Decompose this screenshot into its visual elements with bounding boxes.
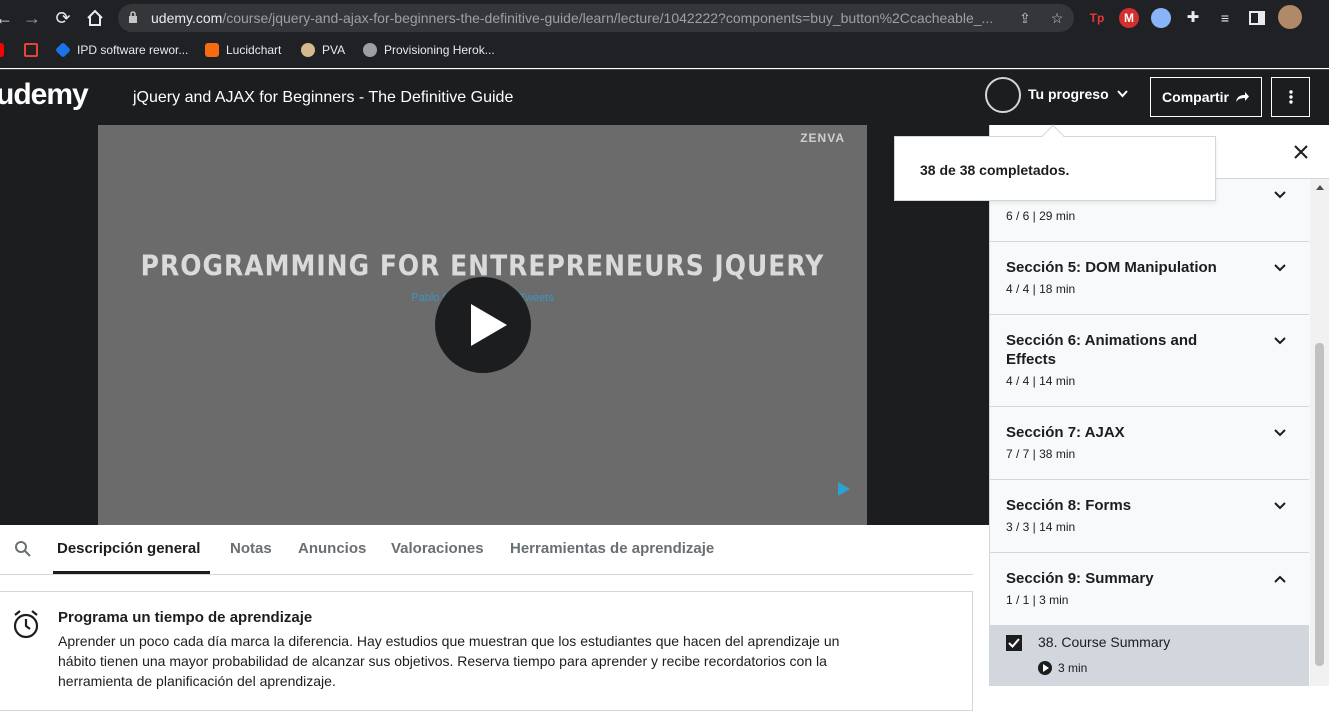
course-title[interactable]: jQuery and AJAX for Beginners - The Defi… xyxy=(133,89,513,107)
section-meta: 7 / 7 | 38 min xyxy=(1006,447,1076,461)
bookmarks-bar: IPD software rewor... Lucidchart PVA Pro… xyxy=(0,37,1329,63)
browser-toolbar: ← → ⟳ udemy.com/course/jquery-and-ajax-f… xyxy=(0,0,1329,36)
extensions-puzzle-icon[interactable]: ✚ xyxy=(1183,8,1203,28)
chevron-down-icon xyxy=(1274,264,1286,272)
section-meta: 4 / 4 | 18 min xyxy=(1006,282,1076,296)
section-title: Sección 9: Summary xyxy=(1006,570,1154,587)
play-button[interactable] xyxy=(435,277,531,373)
progress-label: Tu progreso xyxy=(1028,86,1109,102)
close-icon[interactable] xyxy=(1290,141,1312,163)
chevron-up-icon xyxy=(1274,575,1286,583)
checkmark-icon xyxy=(1008,638,1020,648)
search-icon[interactable] xyxy=(14,540,32,558)
section-9[interactable]: Sección 9: Summary 1 / 1 | 3 min xyxy=(990,553,1309,625)
gmail-bookmark-icon[interactable] xyxy=(24,41,38,59)
profile-avatar[interactable] xyxy=(1278,5,1302,29)
chevron-down-icon xyxy=(1274,429,1286,437)
media-control-icon[interactable]: ≡ xyxy=(1215,8,1235,28)
reminder-title: Programa un tiempo de aprendizaje xyxy=(58,609,313,626)
url-text: udemy.com/course/jquery-and-ajax-for-beg… xyxy=(151,10,994,26)
section-meta: 6 / 6 | 29 min xyxy=(1006,209,1076,223)
bookmark-ipd[interactable]: IPD software rewor... xyxy=(55,41,188,59)
progress-tooltip: 38 de 38 completados. xyxy=(894,136,1216,201)
alarm-clock-icon xyxy=(13,610,39,639)
section-8[interactable]: Sección 8: Forms 3 / 3 | 14 min xyxy=(990,480,1309,553)
bookmark-lucidchart[interactable]: Lucidchart xyxy=(205,41,281,59)
learning-reminder-card: Programa un tiempo de aprendizaje Aprend… xyxy=(0,591,973,711)
bookmark-pva[interactable]: PVA xyxy=(301,41,345,59)
section-title: Sección 7: AJAX xyxy=(1006,424,1125,441)
share-label: Compartir xyxy=(1162,89,1229,105)
more-options-button[interactable] xyxy=(1271,77,1310,117)
progress-tooltip-text: 38 de 38 completados. xyxy=(920,162,1070,178)
section-title: Sección 5: DOM Manipulation xyxy=(1006,259,1217,276)
lecture-duration-text: 3 min xyxy=(1058,661,1088,675)
scroll-up-icon[interactable] xyxy=(1316,185,1324,190)
browser-chrome: ← → ⟳ udemy.com/course/jquery-and-ajax-f… xyxy=(0,0,1329,68)
course-content-sidebar: ...nts 6 / 6 | 29 min Sección 5: DOM Man… xyxy=(989,125,1329,686)
lecture-duration: 3 min xyxy=(1038,661,1087,675)
play-circle-icon xyxy=(1038,661,1052,675)
section-title: Sección 6: Animations and Effects xyxy=(1006,332,1198,368)
course-tabs: Descripción general Notas Anuncios Valor… xyxy=(0,525,973,575)
forward-icon[interactable]: → xyxy=(20,6,44,30)
lecture-complete-checkbox[interactable] xyxy=(1006,635,1022,651)
udemy-logo[interactable]: udemy xyxy=(0,78,89,112)
lock-icon xyxy=(129,11,137,23)
course-header: udemy jQuery and AJAX for Beginners - Th… xyxy=(0,69,1329,125)
video-watermark: ZENVA xyxy=(800,131,845,145)
scrollbar-thumb[interactable] xyxy=(1315,343,1324,666)
reminder-text: Aprender un poco cada día marca la difer… xyxy=(58,633,840,689)
back-icon[interactable]: ← xyxy=(0,6,16,30)
section-6[interactable]: Sección 6: Animations and Effects 4 / 4 … xyxy=(990,315,1309,407)
video-area: ZENVA PROGRAMMING FOR ENTREPRENEURS JQUE… xyxy=(0,125,989,525)
bookmark-heroku[interactable]: Provisioning Herok... xyxy=(363,41,495,59)
extension-circle-icon[interactable] xyxy=(1151,8,1171,28)
chevron-down-icon xyxy=(1274,502,1286,510)
play-icon xyxy=(471,304,507,346)
share-page-icon[interactable]: ⇪ xyxy=(1016,10,1034,26)
tab-reviews[interactable]: Valoraciones xyxy=(391,540,484,557)
chevron-down-icon xyxy=(1116,90,1128,98)
side-panel-icon[interactable] xyxy=(1247,8,1267,28)
tab-notes[interactable]: Notas xyxy=(230,540,272,557)
address-bar[interactable]: udemy.com/course/jquery-and-ajax-for-beg… xyxy=(118,4,1074,32)
chevron-down-icon xyxy=(1274,191,1286,199)
progress-ring-icon[interactable] xyxy=(985,77,1021,113)
more-vertical-icon xyxy=(1288,90,1293,104)
youtube-bookmark-icon[interactable] xyxy=(0,41,4,59)
share-button[interactable]: Compartir xyxy=(1150,77,1262,117)
video-player[interactable]: ZENVA PROGRAMMING FOR ENTREPRENEURS JQUE… xyxy=(98,125,867,525)
section-5[interactable]: Sección 5: DOM Manipulation 4 / 4 | 18 m… xyxy=(990,242,1309,315)
share-arrow-icon xyxy=(1235,92,1249,102)
home-icon[interactable] xyxy=(83,6,107,30)
section-title: Sección 8: Forms xyxy=(1006,497,1132,514)
section-meta: 3 / 3 | 14 min xyxy=(1006,520,1076,534)
lecture-title: 38. Course Summary xyxy=(1038,634,1171,650)
extension-tp-icon[interactable]: Tp xyxy=(1087,8,1107,28)
section-7[interactable]: Sección 7: AJAX 7 / 7 | 38 min xyxy=(990,407,1309,480)
tab-learning-tools[interactable]: Herramientas de aprendizaje xyxy=(510,540,714,557)
next-icon[interactable] xyxy=(838,482,850,496)
section-meta: 1 / 1 | 3 min xyxy=(1006,593,1069,607)
lecture-item-active[interactable]: 38. Course Summary 3 min xyxy=(990,625,1309,686)
sidebar-scrollbar[interactable] xyxy=(1310,179,1329,686)
tab-overview[interactable]: Descripción general xyxy=(57,540,200,557)
star-icon[interactable]: ☆ xyxy=(1048,10,1066,26)
tab-announcements[interactable]: Anuncios xyxy=(298,540,366,557)
progress-dropdown[interactable]: Tu progreso xyxy=(1028,86,1128,102)
extension-m-icon[interactable]: M xyxy=(1119,8,1139,28)
chevron-down-icon xyxy=(1274,337,1286,345)
section-meta: 4 / 4 | 14 min xyxy=(1006,374,1076,388)
active-tab-indicator xyxy=(53,571,210,574)
reload-icon[interactable]: ⟳ xyxy=(51,6,75,30)
